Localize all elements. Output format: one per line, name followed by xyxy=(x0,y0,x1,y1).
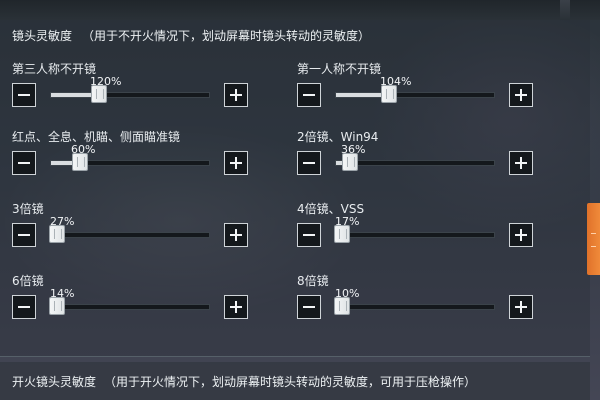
row-label: 3倍镜 xyxy=(12,202,44,216)
plus-icon xyxy=(230,157,242,169)
slider-thumb[interactable] xyxy=(72,153,88,171)
slider-thumb[interactable] xyxy=(334,225,350,243)
section-title: 镜头灵敏度 xyxy=(12,29,73,43)
slider-track[interactable] xyxy=(334,297,495,315)
slider-thumb[interactable] xyxy=(91,85,107,103)
minus-icon xyxy=(303,94,315,96)
minus-icon xyxy=(18,234,30,236)
minus-icon xyxy=(303,162,315,164)
slider-track[interactable] xyxy=(50,153,210,171)
plus-icon xyxy=(515,157,527,169)
slider-thumb[interactable] xyxy=(342,153,358,171)
increase-button[interactable] xyxy=(509,151,533,175)
minus-icon xyxy=(303,306,315,308)
increase-button[interactable] xyxy=(509,83,533,107)
plus-icon xyxy=(515,301,527,313)
minus-icon xyxy=(18,162,30,164)
section-divider xyxy=(0,356,590,357)
minus-icon xyxy=(18,94,30,96)
slider-track[interactable] xyxy=(335,85,495,103)
increase-button[interactable] xyxy=(224,83,248,107)
row-label: 第三人称不开镜 xyxy=(12,62,97,76)
sensitivity-row: 4倍镜、VSS 17% xyxy=(297,200,557,250)
sensitivity-row: 3倍镜 27% xyxy=(12,200,272,250)
sensitivity-row: 红点、全息、机瞄、侧面瞄准镜 60% xyxy=(12,128,272,178)
plus-icon xyxy=(515,229,527,241)
increase-button[interactable] xyxy=(224,151,248,175)
row-label: 8倍镜 xyxy=(297,274,329,288)
slider-thumb[interactable] xyxy=(49,225,65,243)
increase-button[interactable] xyxy=(224,223,248,247)
minus-icon xyxy=(303,234,315,236)
row-label: 红点、全息、机瞄、侧面瞄准镜 xyxy=(12,130,181,144)
slider-thumb[interactable] xyxy=(381,85,397,103)
increase-button[interactable] xyxy=(509,223,533,247)
sensitivity-row: 第三人称不开镜 120% xyxy=(12,60,272,110)
slider-track[interactable] xyxy=(334,225,495,243)
decrease-button[interactable] xyxy=(297,83,321,107)
decrease-button[interactable] xyxy=(12,295,36,319)
footer-header: 开火镜头灵敏度 （用于开火情况下，划动屏幕时镜头转动的灵敏度，可用于压枪操作） xyxy=(12,373,476,390)
row-label: 2倍镜、Win94 xyxy=(297,130,379,144)
footer-title: 开火镜头灵敏度 xyxy=(12,375,97,389)
slider-track[interactable] xyxy=(49,225,210,243)
section-subtitle: （用于不开火情况下，划动屏幕时镜头转动的灵敏度） xyxy=(82,29,371,43)
sensitivity-row: 6倍镜 14% xyxy=(12,272,272,322)
plus-icon xyxy=(230,229,242,241)
decrease-button[interactable] xyxy=(297,295,321,319)
row-label: 第一人称不开镜 xyxy=(297,62,382,76)
top-strip-accent xyxy=(560,0,570,20)
minus-icon xyxy=(18,306,30,308)
slider-track[interactable] xyxy=(335,153,495,171)
section-header: 镜头灵敏度 （用于不开火情况下，划动屏幕时镜头转动的灵敏度） xyxy=(12,27,370,44)
decrease-button[interactable] xyxy=(12,151,36,175)
plus-icon xyxy=(515,89,527,101)
row-label: 6倍镜 xyxy=(12,274,44,288)
decrease-button[interactable] xyxy=(12,83,36,107)
decrease-button[interactable] xyxy=(297,223,321,247)
slider-track[interactable] xyxy=(50,85,210,103)
sensitivity-row: 第一人称不开镜 104% xyxy=(297,60,557,110)
increase-button[interactable] xyxy=(224,295,248,319)
decrease-button[interactable] xyxy=(297,151,321,175)
sensitivity-row: 2倍镜、Win94 36% xyxy=(297,128,557,178)
plus-icon xyxy=(230,301,242,313)
slider-thumb[interactable] xyxy=(334,297,350,315)
scroll-handle[interactable] xyxy=(587,203,600,275)
top-strip xyxy=(0,0,600,20)
decrease-button[interactable] xyxy=(12,223,36,247)
sensitivity-row: 8倍镜 10% xyxy=(297,272,557,322)
slider-thumb[interactable] xyxy=(49,297,65,315)
footer-subtitle: （用于开火情况下，划动屏幕时镜头转动的灵敏度，可用于压枪操作） xyxy=(104,375,477,389)
plus-icon xyxy=(230,89,242,101)
slider-track[interactable] xyxy=(49,297,210,315)
increase-button[interactable] xyxy=(509,295,533,319)
